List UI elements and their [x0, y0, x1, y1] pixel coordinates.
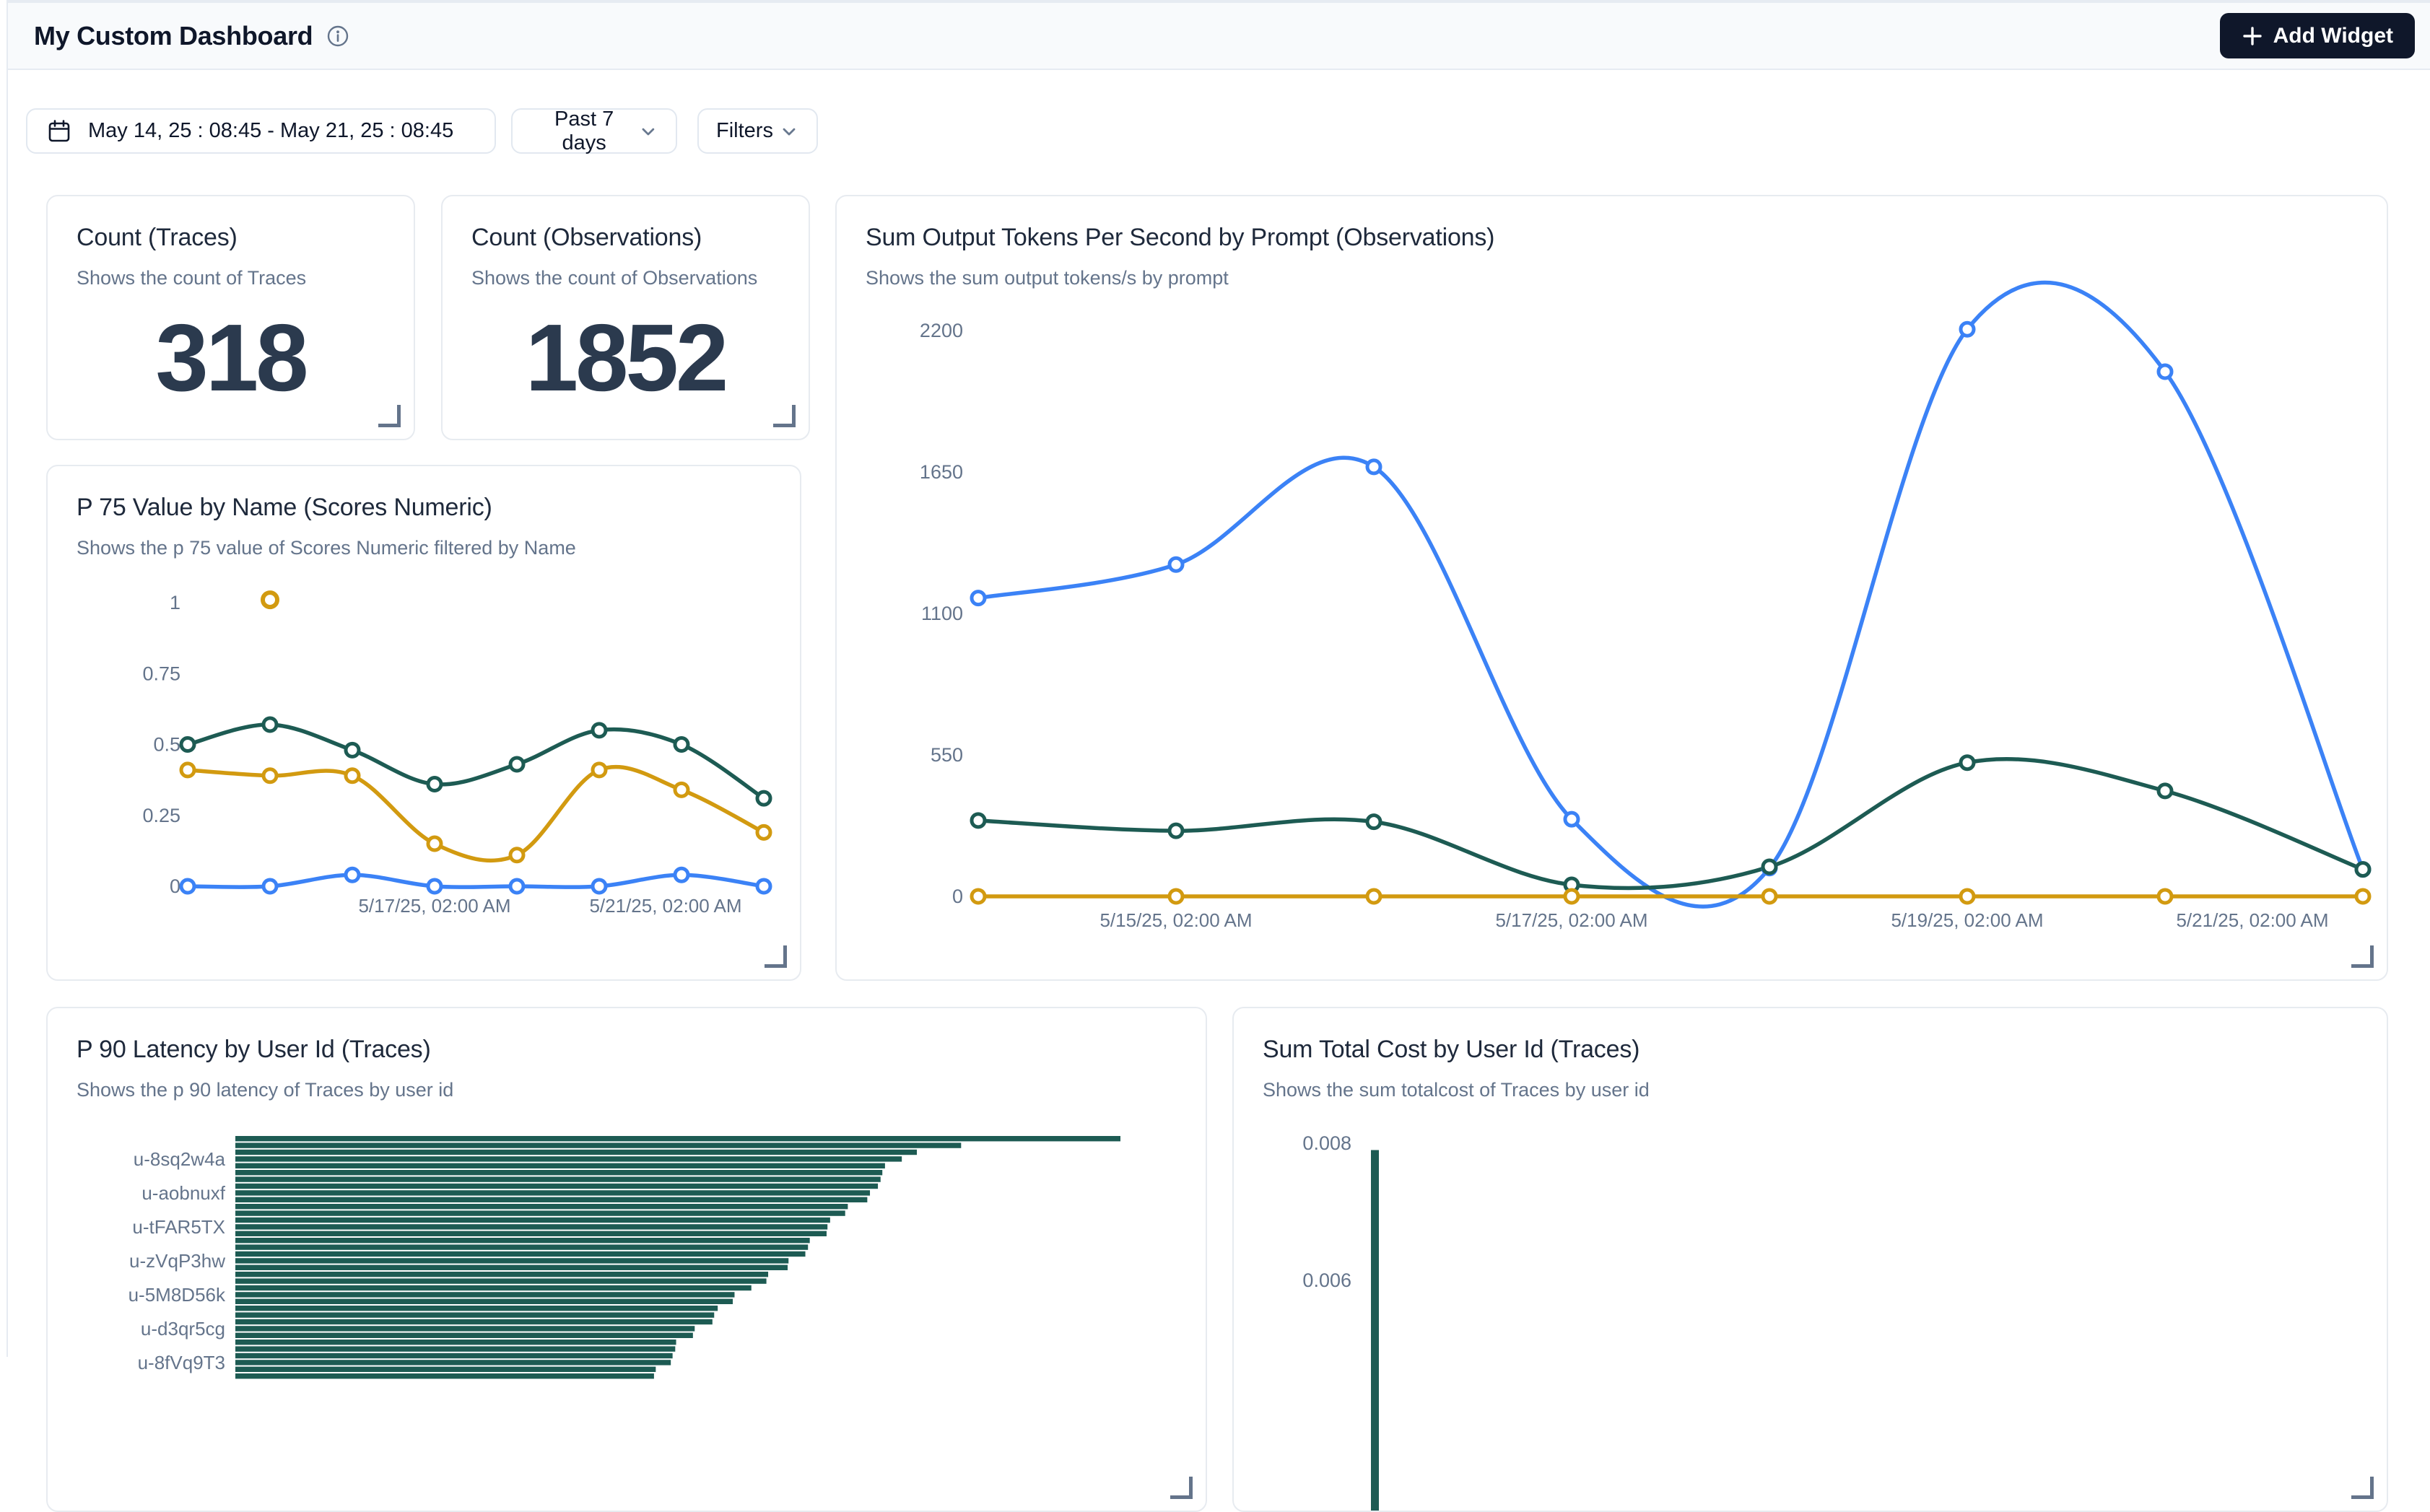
p75-scores-line-chart[interactable]: 0 0.25 0.5 0.75 1 5/17/25, 02:00 AM 5/21/25, 0…	[48, 466, 800, 979]
svg-text:0.5: 0.5	[153, 734, 180, 756]
widget-count-traces: Count (Traces) Shows the count of Traces…	[46, 195, 415, 440]
svg-text:u-8fVq9T3: u-8fVq9T3	[138, 1352, 225, 1373]
add-widget-label: Add Widget	[2273, 24, 2393, 48]
count-observations-value: 1852	[443, 303, 809, 412]
svg-text:0: 0	[170, 875, 180, 897]
widget-title: Count (Observations)	[471, 224, 702, 252]
svg-text:5/17/25, 02:00 AM: 5/17/25, 02:00 AM	[358, 895, 510, 917]
svg-text:1650: 1650	[920, 461, 963, 483]
info-icon[interactable]	[326, 24, 350, 48]
plus-icon	[2242, 25, 2263, 47]
svg-text:1100: 1100	[921, 603, 963, 624]
filters-label: Filters	[716, 119, 773, 143]
resize-handle[interactable]	[773, 405, 796, 427]
date-preset-label: Past 7 days	[530, 108, 638, 155]
svg-text:5/19/25, 02:00 AM: 5/19/25, 02:00 AM	[1891, 909, 2043, 931]
svg-text:u-5M8D56k: u-5M8D56k	[129, 1284, 226, 1306]
chevron-down-icon	[779, 121, 799, 141]
dashboard-page: My Custom Dashboard Add Widget May 14, 2…	[0, 0, 2430, 1357]
page-header: My Custom Dashboard Add Widget	[8, 0, 2430, 70]
content-left-border	[6, 0, 8, 1357]
info-icon-glyph	[326, 24, 350, 48]
svg-text:5/21/25, 02:00 AM: 5/21/25, 02:00 AM	[2176, 909, 2328, 931]
filters-toolbar: May 14, 25 : 08:45 - May 21, 25 : 08:45 …	[0, 108, 2430, 154]
svg-text:u-tFAR5TX: u-tFAR5TX	[132, 1216, 225, 1238]
resize-handle[interactable]	[1170, 1477, 1193, 1499]
total-cost-bar-chart[interactable]: 0.008 0.006	[1234, 1008, 2387, 1511]
svg-text:0.75: 0.75	[142, 663, 180, 684]
svg-text:550: 550	[931, 744, 963, 766]
widget-p75-scores: P 75 Value by Name (Scores Numeric) Show…	[46, 465, 801, 981]
date-preset-dropdown[interactable]: Past 7 days	[511, 108, 677, 154]
calendar-icon	[46, 118, 72, 144]
widget-count-observations: Count (Observations) Shows the count of …	[441, 195, 810, 440]
count-traces-value: 318	[48, 303, 414, 412]
date-range-picker[interactable]: May 14, 25 : 08:45 - May 21, 25 : 08:45	[26, 108, 496, 154]
resize-handle[interactable]	[2351, 1477, 2374, 1499]
p90-latency-bar-chart[interactable]: u-8sq2w4a u-aobnuxf u-tFAR5TX u-zVqP3hw u-5M…	[48, 1008, 1206, 1511]
svg-text:2200: 2200	[920, 320, 963, 341]
date-range-label: May 14, 25 : 08:45 - May 21, 25 : 08:45	[88, 119, 453, 143]
svg-text:0.008: 0.008	[1302, 1132, 1351, 1154]
svg-text:0.006: 0.006	[1302, 1270, 1351, 1291]
svg-text:0: 0	[952, 886, 963, 907]
svg-text:u-d3qr5cg: u-d3qr5cg	[141, 1318, 225, 1340]
page-title: My Custom Dashboard	[34, 21, 313, 51]
svg-text:u-zVqP3hw: u-zVqP3hw	[129, 1250, 225, 1272]
widget-total-cost: Sum Total Cost by User Id (Traces) Shows…	[1232, 1007, 2388, 1512]
filters-dropdown[interactable]: Filters	[697, 108, 818, 154]
add-widget-button[interactable]: Add Widget	[2220, 13, 2415, 58]
widget-subtitle: Shows the count of Traces	[77, 267, 306, 289]
chevron-down-icon	[638, 121, 658, 141]
svg-text:1: 1	[170, 592, 180, 613]
widget-p90-latency: P 90 Latency by User Id (Traces) Shows t…	[46, 1007, 1207, 1512]
svg-text:5/17/25, 02:00 AM: 5/17/25, 02:00 AM	[1495, 909, 1647, 931]
widget-tokens-per-second: Sum Output Tokens Per Second by Prompt (…	[835, 195, 2388, 981]
resize-handle[interactable]	[2351, 945, 2374, 968]
widget-title: Count (Traces)	[77, 224, 238, 252]
resize-handle[interactable]	[765, 945, 787, 968]
svg-text:u-8sq2w4a: u-8sq2w4a	[134, 1148, 226, 1170]
resize-handle[interactable]	[378, 405, 401, 427]
svg-text:5/15/25, 02:00 AM: 5/15/25, 02:00 AM	[1099, 909, 1252, 931]
tokens-per-second-line-chart[interactable]: 0 550 1100 1650 2200 5/15/25, 02:00 AM 5/17/25…	[837, 196, 2387, 979]
svg-text:5/21/25, 02:00 AM: 5/21/25, 02:00 AM	[589, 895, 741, 917]
svg-text:0.25: 0.25	[142, 805, 180, 826]
svg-text:u-aobnuxf: u-aobnuxf	[141, 1182, 225, 1204]
widget-subtitle: Shows the count of Observations	[471, 267, 757, 289]
